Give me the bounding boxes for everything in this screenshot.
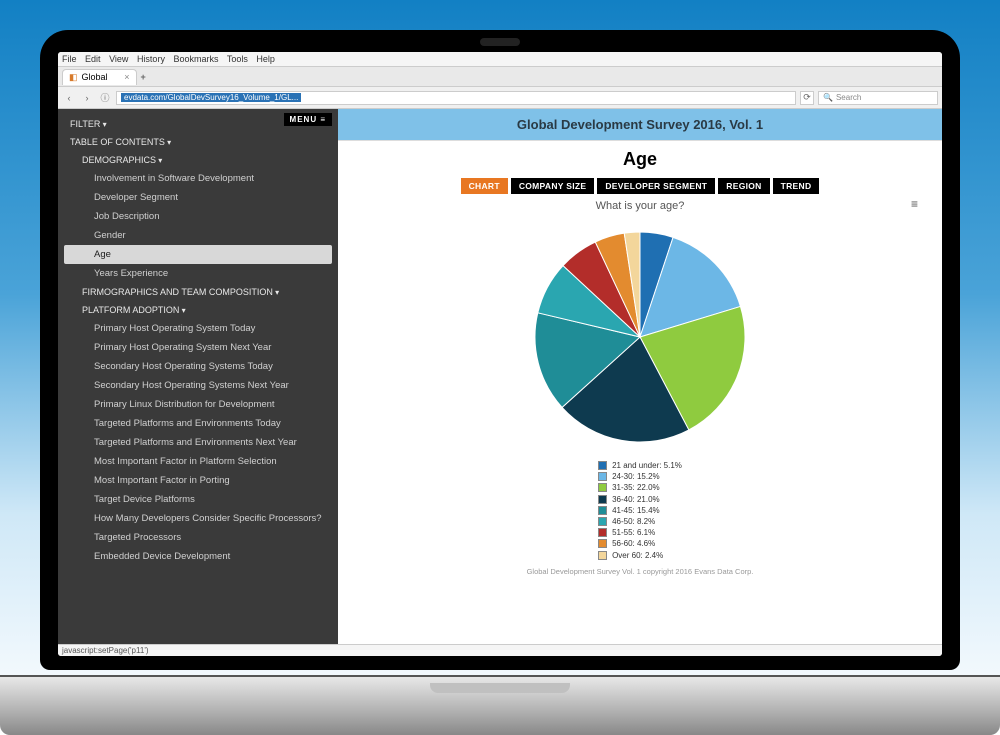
legend-row[interactable]: 21 and under: 5.1%: [598, 460, 682, 471]
url-text: evdata.com/GlobalDevSurvey16_Volume_1/GL…: [121, 93, 301, 102]
sidebar-item-developer-segment[interactable]: Developer Segment: [58, 188, 338, 207]
menu-view[interactable]: View: [109, 54, 128, 64]
screen: File Edit View History Bookmarks Tools H…: [58, 52, 942, 656]
legend-label: 41-45: 15.4%: [612, 505, 660, 516]
laptop-base: [0, 675, 1000, 735]
menu-button[interactable]: MENU ≡: [284, 113, 332, 126]
browser-status-bar: javascript:setPage('p11'): [58, 644, 942, 656]
view-tabs: CHART COMPANY SIZE DEVELOPER SEGMENT REG…: [352, 178, 928, 194]
browser-menu-bar: File Edit View History Bookmarks Tools H…: [58, 52, 942, 67]
legend-row[interactable]: 31-35: 22.0%: [598, 482, 682, 493]
app-body: MENU ≡ FILTER TABLE OF CONTENTS DEMOGRAP…: [58, 109, 942, 644]
legend-swatch: [598, 528, 607, 537]
close-icon[interactable]: ×: [124, 72, 129, 82]
export-menu-icon[interactable]: ≡: [911, 197, 918, 211]
menu-help[interactable]: Help: [256, 54, 275, 64]
menu-history[interactable]: History: [137, 54, 165, 64]
sidebar-item-sec-host-os-next[interactable]: Secondary Host Operating Systems Next Ye…: [58, 376, 338, 395]
sidebar-section-platform[interactable]: PLATFORM ADOPTION: [58, 301, 338, 319]
chart-subtitle: What is your age?: [352, 200, 928, 212]
legend-swatch: [598, 517, 607, 526]
sidebar-item-host-os-next-year[interactable]: Primary Host Operating System Next Year: [58, 338, 338, 357]
sidebar-section-demographics[interactable]: DEMOGRAPHICS: [58, 151, 338, 169]
sidebar-item-processors-consider[interactable]: How Many Developers Consider Specific Pr…: [58, 509, 338, 528]
sidebar-item-factor-platform[interactable]: Most Important Factor in Platform Select…: [58, 452, 338, 471]
legend-swatch: [598, 506, 607, 515]
legend-swatch: [598, 461, 607, 470]
legend-row[interactable]: 24-30: 15.2%: [598, 471, 682, 482]
report-page: Age CHART COMPANY SIZE DEVELOPER SEGMENT…: [338, 141, 942, 644]
legend-row[interactable]: 56-60: 4.6%: [598, 538, 682, 549]
legend-row[interactable]: Over 60: 2.4%: [598, 550, 682, 561]
sidebar-toc[interactable]: TABLE OF CONTENTS: [58, 133, 338, 151]
legend-label: 46-50: 8.2%: [612, 516, 655, 527]
main-content: Global Development Survey 2016, Vol. 1 A…: [338, 109, 942, 644]
tab-region[interactable]: REGION: [718, 178, 769, 194]
sidebar-item-involvement[interactable]: Involvement in Software Development: [58, 169, 338, 188]
tab-chart[interactable]: CHART: [461, 178, 508, 194]
camera-notch: [480, 38, 520, 46]
report-banner: Global Development Survey 2016, Vol. 1: [338, 109, 942, 141]
tab-company-size[interactable]: COMPANY SIZE: [511, 178, 595, 194]
legend-label: 51-55: 6.1%: [612, 527, 655, 538]
sidebar-item-device-platforms[interactable]: Target Device Platforms: [58, 490, 338, 509]
tab-developer-segment[interactable]: DEVELOPER SEGMENT: [597, 178, 715, 194]
sidebar-item-linux-dist[interactable]: Primary Linux Distribution for Developme…: [58, 395, 338, 414]
tab-title: Global: [82, 72, 108, 82]
sidebar-item-target-platforms-next[interactable]: Targeted Platforms and Environments Next…: [58, 433, 338, 452]
forward-button[interactable]: ›: [80, 91, 94, 105]
browser-tab-strip: ◧ Global × +: [58, 67, 942, 87]
menu-file[interactable]: File: [62, 54, 77, 64]
new-tab-button[interactable]: +: [141, 72, 146, 82]
legend-label: Over 60: 2.4%: [612, 550, 663, 561]
info-icon[interactable]: ⓘ: [98, 91, 112, 105]
legend-label: 36-40: 21.0%: [612, 494, 660, 505]
legend-label: 56-60: 4.6%: [612, 538, 655, 549]
legend-label: 24-30: 15.2%: [612, 471, 660, 482]
sidebar-item-sec-host-os-today[interactable]: Secondary Host Operating Systems Today: [58, 357, 338, 376]
sidebar-item-age[interactable]: Age: [64, 245, 332, 264]
chart-legend: 21 and under: 5.1%24-30: 15.2%31-35: 22.…: [598, 460, 682, 561]
reload-button[interactable]: ⟳: [800, 91, 814, 105]
legend-row[interactable]: 36-40: 21.0%: [598, 494, 682, 505]
legend-swatch: [598, 495, 607, 504]
tab-favicon: ◧: [69, 72, 78, 83]
legend-row[interactable]: 46-50: 8.2%: [598, 516, 682, 527]
search-placeholder: Search: [836, 93, 861, 102]
legend-row[interactable]: 51-55: 6.1%: [598, 527, 682, 538]
sidebar-item-years-experience[interactable]: Years Experience: [58, 264, 338, 283]
legend-row[interactable]: 41-45: 15.4%: [598, 505, 682, 516]
pie-chart: [525, 222, 755, 452]
address-bar[interactable]: evdata.com/GlobalDevSurvey16_Volume_1/GL…: [116, 91, 796, 105]
chart-container: 21 and under: 5.1%24-30: 15.2%31-35: 22.…: [352, 216, 928, 561]
sidebar-item-target-platforms[interactable]: Targeted Platforms and Environments Toda…: [58, 414, 338, 433]
search-icon: 🔍: [823, 93, 833, 102]
legend-swatch: [598, 551, 607, 560]
legend-swatch: [598, 483, 607, 492]
sidebar-item-targeted-processors[interactable]: Targeted Processors: [58, 528, 338, 547]
tab-trend[interactable]: TREND: [773, 178, 820, 194]
chart-footer: Global Development Survey Vol. 1 copyrig…: [352, 567, 928, 576]
back-button[interactable]: ‹: [62, 91, 76, 105]
menu-bookmarks[interactable]: Bookmarks: [173, 54, 218, 64]
browser-toolbar: ‹ › ⓘ evdata.com/GlobalDevSurvey16_Volum…: [58, 87, 942, 109]
laptop-frame: File Edit View History Bookmarks Tools H…: [40, 30, 960, 670]
sidebar-item-host-os-today[interactable]: Primary Host Operating System Today: [58, 319, 338, 338]
sidebar-item-job-description[interactable]: Job Description: [58, 207, 338, 226]
legend-label: 31-35: 22.0%: [612, 482, 660, 493]
menu-edit[interactable]: Edit: [85, 54, 101, 64]
legend-label: 21 and under: 5.1%: [612, 460, 682, 471]
sidebar-section-firmographics[interactable]: FIRMOGRAPHICS AND TEAM COMPOSITION: [58, 283, 338, 301]
legend-swatch: [598, 472, 607, 481]
search-box[interactable]: 🔍 Search: [818, 91, 938, 105]
page-title: Age: [352, 149, 928, 170]
sidebar-item-factor-porting[interactable]: Most Important Factor in Porting: [58, 471, 338, 490]
browser-tab[interactable]: ◧ Global ×: [62, 69, 137, 85]
sidebar-item-embedded-dev[interactable]: Embedded Device Development: [58, 547, 338, 566]
legend-swatch: [598, 539, 607, 548]
menu-tools[interactable]: Tools: [227, 54, 248, 64]
sidebar: MENU ≡ FILTER TABLE OF CONTENTS DEMOGRAP…: [58, 109, 338, 644]
sidebar-item-gender[interactable]: Gender: [58, 226, 338, 245]
